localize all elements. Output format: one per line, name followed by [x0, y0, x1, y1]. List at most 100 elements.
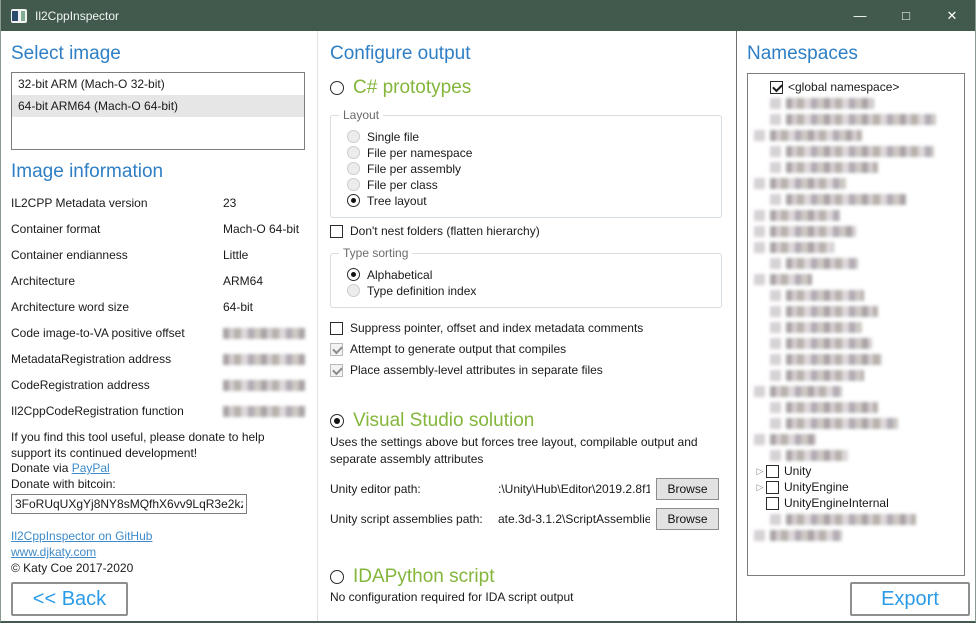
- image-listbox[interactable]: 32-bit ARM (Mach-O 32-bit)64-bit ARM64 (…: [11, 72, 305, 150]
- info-label: Il2CppCodeRegistration function: [11, 404, 223, 418]
- donate-text-line2: support its continued development!: [11, 446, 305, 462]
- redacted-checkbox: [754, 434, 765, 445]
- redacted-checkbox: [770, 370, 781, 381]
- namespace-item-redacted: [748, 383, 964, 399]
- namespace-item-redacted: [748, 159, 964, 175]
- app-icon: [11, 9, 27, 23]
- output-option-checkbox[interactable]: [330, 343, 343, 356]
- namespace-item-redacted: [748, 431, 964, 447]
- namespace-checkbox[interactable]: [766, 465, 779, 478]
- output-option-checkbox[interactable]: [330, 322, 343, 335]
- namespace-item-redacted: [748, 287, 964, 303]
- redacted-checkbox: [770, 114, 781, 125]
- redacted-checkbox: [770, 402, 781, 413]
- back-button[interactable]: << Back: [11, 582, 128, 616]
- expander-icon[interactable]: ▷: [754, 466, 766, 477]
- visual-studio-radio[interactable]: [330, 414, 344, 428]
- output-option: Suppress pointer, offset and index metad…: [330, 320, 722, 336]
- namespace-checkbox[interactable]: [770, 81, 783, 94]
- layout-radio[interactable]: [347, 178, 360, 191]
- flatten-checkbox[interactable]: [330, 225, 343, 238]
- export-button[interactable]: Export: [850, 582, 970, 616]
- redacted-namespace: [786, 98, 874, 109]
- unity-editor-path-value[interactable]: :\Unity\Hub\Editor\2019.2.8f1: [498, 482, 650, 496]
- output-option-label: Place assembly-level attributes in separ…: [350, 363, 603, 377]
- type-sorting-group-label: Type sorting: [339, 246, 412, 260]
- script-assemblies-browse-button[interactable]: Browse: [656, 508, 719, 530]
- links-block: Il2CppInspector on GitHub www.djkaty.com…: [11, 528, 305, 576]
- layout-radio[interactable]: [347, 162, 360, 175]
- script-assemblies-path-row: Unity script assemblies path: ate.3d-3.1…: [330, 508, 722, 530]
- bitcoin-address-input[interactable]: [11, 494, 247, 514]
- namespace-checkbox[interactable]: [766, 497, 779, 510]
- namespace-item-redacted: [748, 127, 964, 143]
- namespace-checkbox[interactable]: [766, 481, 779, 494]
- image-info-table: IL2CPP Metadata version23Container forma…: [11, 196, 305, 418]
- image-list-item[interactable]: 32-bit ARM (Mach-O 32-bit): [12, 73, 304, 95]
- namespace-item-redacted: [748, 255, 964, 271]
- image-list-item[interactable]: 64-bit ARM64 (Mach-O 64-bit): [12, 95, 304, 117]
- redacted-value: [223, 406, 305, 417]
- info-value: 64-bit: [223, 300, 253, 314]
- redacted-namespace: [770, 434, 816, 445]
- github-link[interactable]: Il2CppInspector on GitHub: [11, 528, 305, 544]
- image-info-row: Container endiannessLittle: [11, 248, 305, 262]
- unity-editor-browse-button[interactable]: Browse: [656, 478, 719, 500]
- type-sorting-radio[interactable]: [347, 268, 360, 281]
- flatten-label: Don't nest folders (flatten hierarchy): [350, 224, 540, 238]
- redacted-checkbox: [770, 98, 781, 109]
- redacted-checkbox: [754, 242, 765, 253]
- type-sorting-radio[interactable]: [347, 284, 360, 297]
- layout-option: Tree layout: [347, 193, 711, 208]
- visual-studio-description: Uses the settings above but forces tree …: [330, 434, 722, 468]
- layout-radio[interactable]: [347, 130, 360, 143]
- idapython-option: IDAPython script: [330, 566, 722, 588]
- csharp-prototypes-radio[interactable]: [330, 81, 344, 95]
- namespace-item-redacted: [748, 351, 964, 367]
- layout-groupbox: Layout Single fileFile per namespaceFile…: [330, 115, 722, 218]
- layout-radio[interactable]: [347, 194, 360, 207]
- redacted-checkbox: [770, 194, 781, 205]
- redacted-namespace: [786, 146, 934, 157]
- visual-studio-label: Visual Studio solution: [353, 410, 534, 432]
- close-button[interactable]: ✕: [929, 0, 975, 31]
- minimize-button[interactable]: —: [837, 0, 883, 31]
- namespaces-listbox[interactable]: <global namespace> ▷Unity▷UnityEngineUnit…: [747, 73, 965, 576]
- output-option-checkbox[interactable]: [330, 364, 343, 377]
- namespace-item[interactable]: <global namespace>: [748, 79, 964, 95]
- redacted-namespace: [786, 402, 878, 413]
- layout-radio[interactable]: [347, 146, 360, 159]
- redacted-checkbox: [754, 178, 765, 189]
- window-title: Il2CppInspector: [35, 9, 119, 23]
- idapython-radio[interactable]: [330, 570, 344, 584]
- script-assemblies-path-value[interactable]: ate.3d-3.1.2\ScriptAssemblies: [498, 512, 650, 526]
- redacted-namespace: [770, 226, 856, 237]
- output-option-checkboxes: Suppress pointer, offset and index metad…: [330, 320, 722, 378]
- maximize-button[interactable]: □: [883, 0, 929, 31]
- redacted-namespace: [786, 114, 936, 125]
- paypal-link[interactable]: PayPal: [72, 461, 110, 475]
- namespace-item-redacted: [748, 191, 964, 207]
- image-info-row: Container formatMach-O 64-bit: [11, 222, 305, 236]
- namespace-item-redacted: [748, 399, 964, 415]
- redacted-namespace: [770, 178, 846, 189]
- namespace-item-redacted: [748, 415, 964, 431]
- namespace-item[interactable]: ▷Unity: [748, 463, 964, 479]
- info-label: Architecture word size: [11, 300, 223, 314]
- type-sorting-option: Alphabetical: [347, 267, 711, 282]
- redacted-namespace: [786, 418, 898, 429]
- namespace-item[interactable]: UnityEngineInternal: [748, 495, 964, 511]
- image-info-row: Architecture word size64-bit: [11, 300, 305, 314]
- info-label: Architecture: [11, 274, 223, 288]
- namespace-label: UnityEngineInternal: [784, 496, 889, 510]
- redacted-checkbox: [770, 354, 781, 365]
- layout-group-label: Layout: [339, 108, 383, 122]
- website-link[interactable]: www.djkaty.com: [11, 544, 305, 560]
- redacted-checkbox: [770, 338, 781, 349]
- namespace-item-redacted: [748, 223, 964, 239]
- info-label: MetadataRegistration address: [11, 352, 223, 366]
- namespace-item-redacted: [748, 175, 964, 191]
- namespace-item[interactable]: ▷UnityEngine: [748, 479, 964, 495]
- expander-icon[interactable]: ▷: [754, 482, 766, 493]
- image-info-header: Image information: [11, 161, 305, 183]
